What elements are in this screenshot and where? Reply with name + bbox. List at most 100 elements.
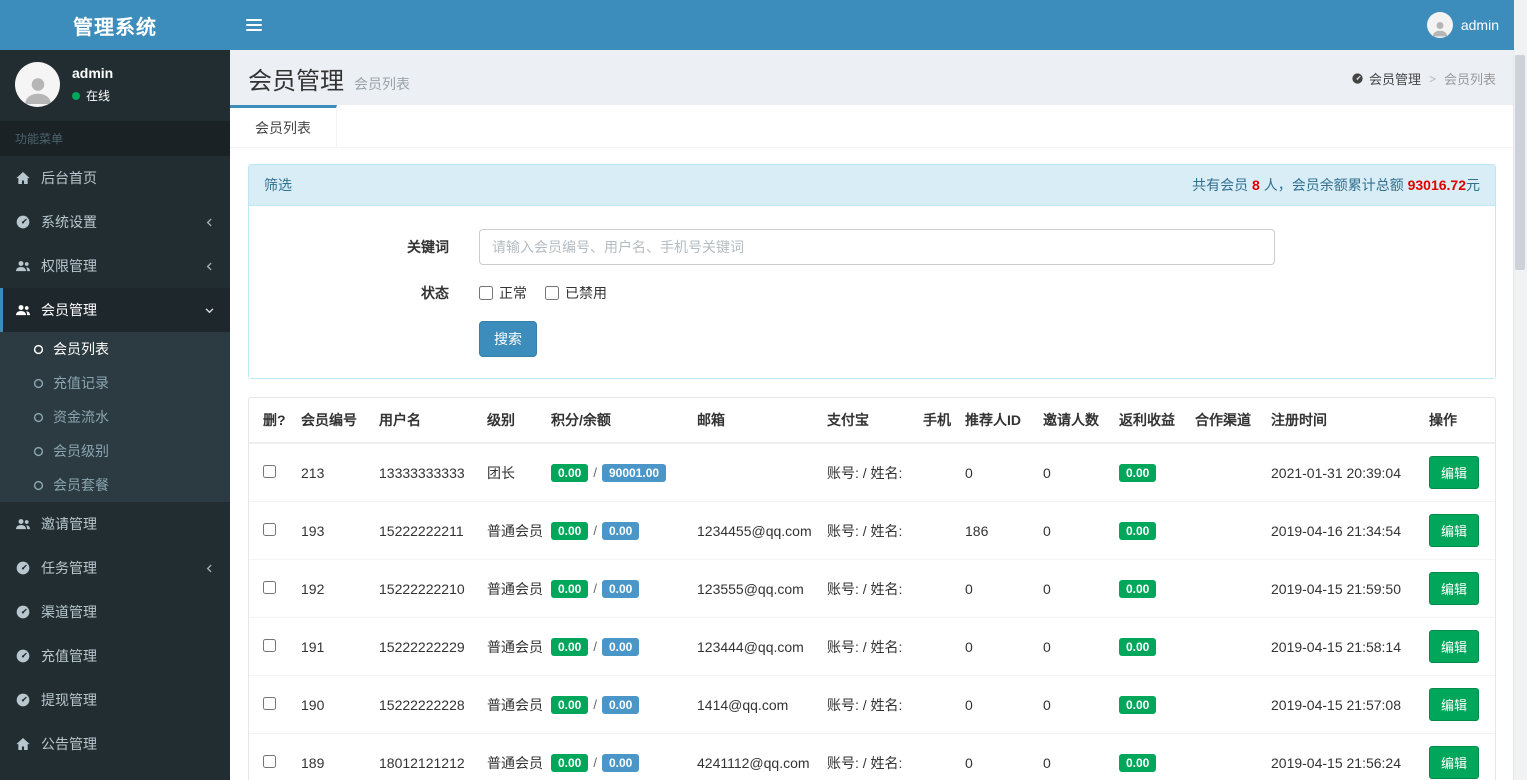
invite-count: 0 xyxy=(1035,443,1111,502)
referrer-id: 0 xyxy=(957,733,1035,780)
row-checkbox[interactable] xyxy=(263,522,276,536)
gauge-icon xyxy=(1351,72,1364,85)
page-title: 会员管理 会员列表 xyxy=(248,61,410,96)
sidebar-subitem-label: 资金流水 xyxy=(53,409,109,425)
edit-button[interactable]: 编辑 xyxy=(1429,630,1480,663)
sidebar-item[interactable]: 提现管理 xyxy=(0,678,230,722)
top-navbar: admin xyxy=(230,0,1514,50)
rebate-badge: 0.00 xyxy=(1119,695,1157,714)
register-time: 2019-04-15 21:59:50 xyxy=(1263,559,1421,618)
status-option-label: 已禁用 xyxy=(565,285,607,301)
scrollbar-thumb[interactable] xyxy=(1515,55,1525,270)
edit-button[interactable]: 编辑 xyxy=(1429,572,1480,605)
status-label: 状态 xyxy=(421,285,449,301)
keyword-input[interactable] xyxy=(479,229,1275,265)
sidebar-submenu: 会员列表 充值记录资金流水会员级别 会员套餐 xyxy=(0,332,230,502)
member-username: 15222222228 xyxy=(371,675,479,734)
member-username: 18012121212 xyxy=(371,733,479,780)
member-count: 8 xyxy=(1252,177,1260,193)
sidebar-subitem[interactable]: 会员列表 xyxy=(0,332,230,366)
member-alipay: 账号: / 姓名: xyxy=(819,501,915,560)
table-body: 213 13333333333 团长 0.00/90001.00 账号: / 姓名: 0 0… xyxy=(249,443,1495,780)
register-time: 2019-04-15 21:57:08 xyxy=(1263,675,1421,734)
member-id: 192 xyxy=(293,559,371,618)
sidebar-item[interactable]: 邀请管理 xyxy=(0,502,230,546)
sidebar-subitem[interactable]: 充值记录 xyxy=(0,366,230,400)
status-checkbox[interactable] xyxy=(479,286,493,300)
row-checkbox[interactable] xyxy=(263,754,276,768)
cell-rebate: 0.00 xyxy=(1111,675,1187,734)
invite-count: 0 xyxy=(1035,733,1111,780)
home-icon xyxy=(15,736,31,752)
member-phone xyxy=(915,617,957,676)
points-badge: 0.00 xyxy=(551,637,589,656)
status-option[interactable]: 正常 xyxy=(479,283,527,303)
column-header: 邮箱 xyxy=(689,398,819,444)
sidebar-item[interactable]: 后台首页 xyxy=(0,156,230,200)
cell-delete xyxy=(249,559,293,618)
referrer-id: 0 xyxy=(957,617,1035,676)
row-checkbox[interactable] xyxy=(263,638,276,652)
brand-logo[interactable]: 管理系统 xyxy=(0,0,230,50)
cell-actions: 编辑 xyxy=(1421,733,1495,780)
sidebar-subitem[interactable]: 会员套餐 xyxy=(0,468,230,502)
gauge-icon xyxy=(15,692,31,708)
circle-o-icon xyxy=(33,344,44,355)
partner-channel xyxy=(1187,501,1263,560)
sidebar-item-label: 公告管理 xyxy=(41,736,97,752)
cell-actions: 编辑 xyxy=(1421,501,1495,560)
cell-delete xyxy=(249,617,293,676)
sidebar-item[interactable]: 权限管理 xyxy=(0,244,230,288)
member-summary: 共有会员 8 人，会员余额累计总额 93016.72元 xyxy=(1192,175,1480,195)
cell-delete xyxy=(249,501,293,560)
sidebar-item[interactable]: 轮播图管理 xyxy=(0,766,230,780)
breadcrumb-item[interactable]: 会员管理 xyxy=(1351,69,1421,88)
summary-suffix: 元 xyxy=(1466,177,1480,193)
search-button[interactable]: 搜索 xyxy=(479,321,537,357)
sidebar-item[interactable]: 充值管理 xyxy=(0,634,230,678)
vertical-scrollbar[interactable] xyxy=(1513,0,1527,780)
edit-button[interactable]: 编辑 xyxy=(1429,514,1480,547)
row-checkbox[interactable] xyxy=(263,580,276,594)
sidebar-toggle-button[interactable] xyxy=(230,0,278,50)
sidebar-subitem[interactable]: 会员级别 xyxy=(0,434,230,468)
balance-badge: 0.00 xyxy=(601,579,640,598)
status-option[interactable]: 已禁用 xyxy=(545,283,607,303)
status-checkbox[interactable] xyxy=(545,286,559,300)
sidebar-subitem[interactable]: 资金流水 xyxy=(0,400,230,434)
sidebar-item[interactable]: 会员管理 xyxy=(0,288,230,332)
navbar-user-menu[interactable]: admin xyxy=(1412,0,1514,50)
chevron-left-icon xyxy=(204,261,215,272)
edit-button[interactable]: 编辑 xyxy=(1429,746,1480,779)
column-header: 操作 xyxy=(1421,398,1495,444)
page-title-text: 会员管理 xyxy=(248,68,344,95)
edit-button[interactable]: 编辑 xyxy=(1429,456,1480,489)
row-checkbox[interactable] xyxy=(263,464,276,478)
rebate-badge: 0.00 xyxy=(1119,637,1157,656)
sidebar-item[interactable]: 系统设置 xyxy=(0,200,230,244)
breadcrumb: 会员管理 > 会员列表 xyxy=(1351,69,1496,88)
column-header: 删? xyxy=(249,398,293,444)
rebate-badge: 0.00 xyxy=(1119,521,1157,540)
filter-panel-body: 关键词 状态 正常 已禁用 搜索 xyxy=(249,206,1495,378)
cell-points-balance: 0.00/0.00 xyxy=(543,617,689,676)
member-username: 15222222229 xyxy=(371,617,479,676)
sidebar-item[interactable]: 公告管理 xyxy=(0,722,230,766)
sidebar-item-label: 邀请管理 xyxy=(41,516,97,532)
filter-panel: 筛选 共有会员 8 人，会员余额累计总额 93016.72元 关键词 状态 正常… xyxy=(248,164,1496,379)
member-level: 普通会员 xyxy=(479,559,543,618)
points-badge: 0.00 xyxy=(551,695,589,714)
referrer-id: 186 xyxy=(957,501,1035,560)
member-username: 15222222211 xyxy=(371,501,479,560)
cell-points-balance: 0.00/0.00 xyxy=(543,501,689,560)
edit-button[interactable]: 编辑 xyxy=(1429,688,1480,721)
sidebar: admin 在线 功能菜单 后台首页 系统设置 权限管理 会员管理 会员列表 充值记录 资金… xyxy=(0,50,230,780)
tab-member-list[interactable]: 会员列表 xyxy=(230,105,337,147)
row-checkbox[interactable] xyxy=(263,696,276,710)
sidebar-item[interactable]: 任务管理 xyxy=(0,546,230,590)
points-badge: 0.00 xyxy=(551,521,589,540)
member-phone xyxy=(915,501,957,560)
sidebar-user-status[interactable]: 在线 xyxy=(72,87,113,104)
sidebar-item[interactable]: 渠道管理 xyxy=(0,590,230,634)
balance-total: 93016.72 xyxy=(1407,177,1466,193)
